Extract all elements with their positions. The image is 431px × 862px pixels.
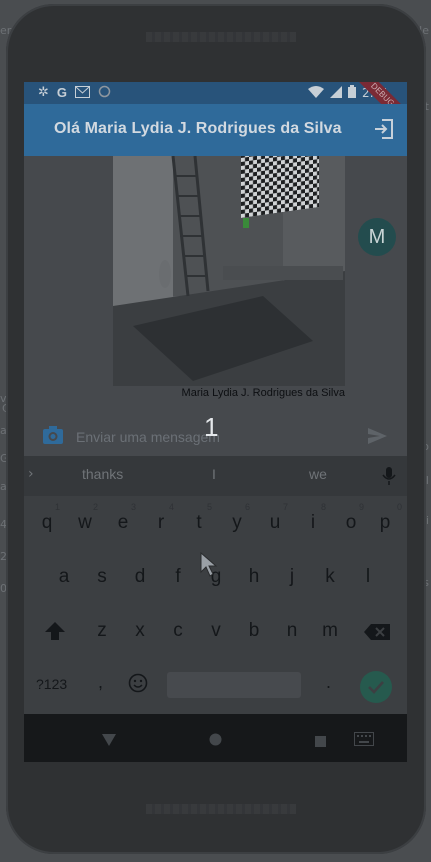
device-speaker <box>146 32 296 42</box>
key-u[interactable]: u <box>260 512 290 534</box>
key-k[interactable]: k <box>315 566 345 588</box>
key-f[interactable]: f <box>163 566 193 588</box>
key-o[interactable]: o <box>336 512 366 534</box>
key-j[interactable]: j <box>277 566 307 588</box>
key-h[interactable]: h <box>239 566 269 588</box>
key-z[interactable]: z <box>87 620 117 642</box>
key-m[interactable]: m <box>315 620 345 642</box>
key-hint: 8 <box>321 502 327 512</box>
key-x[interactable]: x <box>125 620 155 642</box>
on-screen-keyboard: › thanks I we 1 2 3 4 5 6 7 8 9 0 q w e … <box>24 456 407 714</box>
key-d[interactable]: d <box>125 566 155 588</box>
device-footer <box>146 804 296 814</box>
space-key[interactable] <box>167 672 301 698</box>
home-icon[interactable] <box>209 731 222 750</box>
suggestion-item[interactable]: thanks <box>82 466 123 482</box>
camera-icon[interactable] <box>42 425 64 445</box>
key-hint: 7 <box>283 502 289 512</box>
mouse-cursor <box>200 551 218 578</box>
key-hint: 4 <box>169 502 175 512</box>
backspace-icon[interactable] <box>364 624 390 645</box>
key-hint: 3 <box>131 502 137 512</box>
overlay-count: 1 <box>204 412 219 442</box>
symbols-key[interactable]: ?123 <box>36 676 67 692</box>
chevron-right-icon[interactable]: › <box>28 466 34 482</box>
key-c[interactable]: c <box>163 620 193 642</box>
emoji-icon[interactable] <box>128 673 148 698</box>
mail-icon <box>75 85 91 101</box>
key-hint: 2 <box>93 502 99 512</box>
key-i[interactable]: i <box>298 512 328 534</box>
settings-icon: ✲ <box>38 85 49 100</box>
chat-area: Maria Lydia J. Rodrigues da Silva M <box>24 156 407 416</box>
google-icon: G <box>56 85 68 100</box>
battery-icon <box>348 85 357 101</box>
send-icon[interactable] <box>366 425 388 447</box>
key-hint: 1 <box>55 502 61 512</box>
key-l[interactable]: l <box>353 566 383 588</box>
back-icon[interactable] <box>102 731 116 750</box>
key-y[interactable]: y <box>222 512 252 534</box>
check-icon <box>368 681 384 694</box>
system-nav-bar <box>24 714 407 762</box>
suggestion-item[interactable]: we <box>309 466 327 482</box>
suggestion-item[interactable]: I <box>212 466 216 482</box>
key-hint: 9 <box>359 502 365 512</box>
comma-key[interactable]: , <box>98 672 103 693</box>
key-v[interactable]: v <box>201 620 231 642</box>
status-bar: ✲ G 2:41 DEBUG <box>24 82 407 139</box>
key-s[interactable]: s <box>87 566 117 588</box>
logout-icon[interactable] <box>373 118 395 140</box>
key-a[interactable]: a <box>49 566 79 588</box>
key-hint: 6 <box>245 502 251 512</box>
key-n[interactable]: n <box>277 620 307 642</box>
key-p[interactable]: p <box>370 512 400 534</box>
wifi-icon <box>308 85 325 101</box>
chat-image[interactable] <box>113 156 345 386</box>
keyboard-switch-icon[interactable] <box>354 731 374 750</box>
sync-icon <box>98 85 111 101</box>
key-w[interactable]: w <box>70 512 100 534</box>
key-q[interactable]: q <box>32 512 62 534</box>
key-b[interactable]: b <box>239 620 269 642</box>
enter-key[interactable] <box>360 671 392 703</box>
key-t[interactable]: t <box>184 512 214 534</box>
signal-icon <box>330 85 343 101</box>
microphone-icon[interactable] <box>382 466 396 486</box>
key-r[interactable]: r <box>146 512 176 534</box>
message-author: Maria Lydia J. Rodrigues da Silva <box>181 387 345 399</box>
recents-icon[interactable] <box>315 732 326 751</box>
suggestion-strip: › thanks I we <box>24 456 407 496</box>
key-e[interactable]: e <box>108 512 138 534</box>
avatar[interactable]: M <box>358 218 396 256</box>
key-hint: 5 <box>207 502 213 512</box>
period-key[interactable]: . <box>326 672 331 693</box>
key-hint: 0 <box>397 502 403 512</box>
device-screen: ✲ G 2:41 DEBUG Olá Maria Lydia J. Rodrig <box>24 82 407 762</box>
app-bar: Olá Maria Lydia J. Rodrigues da Silva <box>24 104 407 156</box>
shift-icon[interactable] <box>44 620 66 647</box>
page-title: Olá Maria Lydia J. Rodrigues da Silva <box>54 120 342 137</box>
